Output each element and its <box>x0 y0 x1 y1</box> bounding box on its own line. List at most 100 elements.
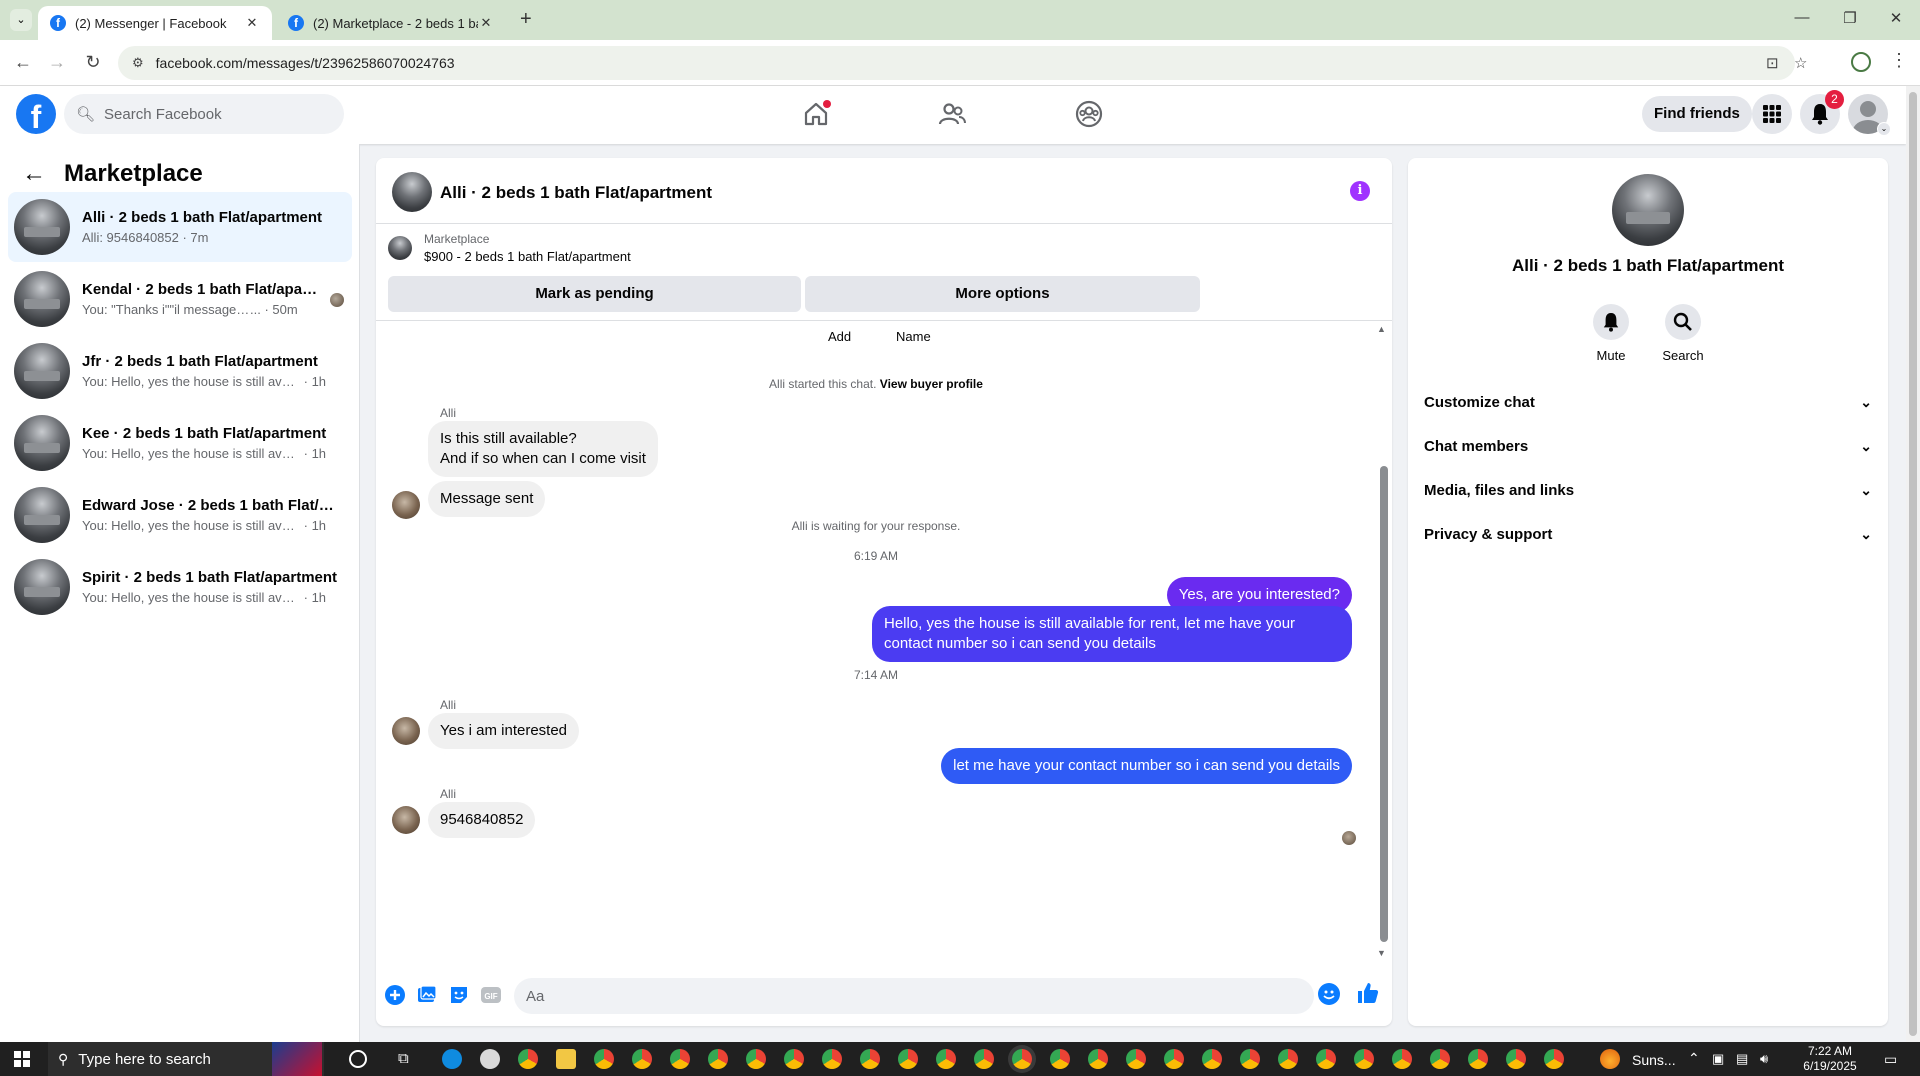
cortana-icon[interactable] <box>349 1050 367 1068</box>
chrome-icon[interactable] <box>1544 1049 1564 1069</box>
site-info-icon[interactable]: ⚙ <box>132 55 144 71</box>
url-bar[interactable]: ⚙ facebook.com/messages/t/23962586070024… <box>118 46 1807 80</box>
chrome-icon[interactable] <box>1392 1049 1412 1069</box>
edge-icon[interactable] <box>442 1049 462 1069</box>
gif-icon[interactable]: GIF <box>480 984 502 1006</box>
tray-chevron-icon[interactable]: ⌃ <box>1688 1050 1700 1067</box>
message-input-box[interactable] <box>514 978 1314 1014</box>
app-icon[interactable] <box>480 1049 500 1069</box>
page-scrollbar[interactable] <box>1906 86 1920 1042</box>
install-app-icon[interactable]: ⊡ <box>1766 54 1779 72</box>
chrome-icon[interactable] <box>518 1049 538 1069</box>
weather-text[interactable]: Suns... <box>1632 1052 1676 1068</box>
chrome-icon[interactable] <box>1506 1049 1526 1069</box>
scroll-down-arrow-icon[interactable]: ▼ <box>1377 948 1386 958</box>
chrome-icon[interactable] <box>632 1049 652 1069</box>
name-contact-label[interactable]: Name <box>896 329 931 344</box>
forward-icon[interactable]: → <box>46 52 68 73</box>
chrome-icon[interactable] <box>746 1049 766 1069</box>
listing-banner[interactable]: Marketplace $900 - 2 beds 1 bath Flat/ap… <box>388 232 631 264</box>
weather-sun-icon[interactable] <box>1600 1049 1620 1069</box>
emoji-icon[interactable] <box>1318 983 1340 1005</box>
new-tab-button[interactable]: + <box>520 8 532 31</box>
conversation-item[interactable]: Jfr · 2 beds 1 bath Flat/apartment You: … <box>8 336 352 406</box>
volume-icon[interactable]: 🔊︎ <box>1760 1051 1768 1067</box>
chrome-icon[interactable] <box>670 1049 690 1069</box>
chat-members-section[interactable]: Chat members ⌄ <box>1416 424 1880 468</box>
chat-profile-picture[interactable] <box>1612 174 1684 246</box>
message-input[interactable] <box>526 987 1266 1005</box>
conversation-item[interactable]: Alli · 2 beds 1 bath Flat/apartment Alli… <box>8 192 352 262</box>
friends-nav-icon[interactable] <box>938 100 968 130</box>
close-tab-icon[interactable]: ✕ <box>244 15 260 31</box>
find-friends-button[interactable]: Find friends <box>1642 96 1752 132</box>
task-view-icon[interactable]: ⧉ <box>398 1050 409 1067</box>
facebook-search-input[interactable] <box>104 105 325 123</box>
conversation-item[interactable]: Kee · 2 beds 1 bath Flat/apartment You: … <box>8 408 352 478</box>
conversation-item[interactable]: Kendal · 2 beds 1 bath Flat/apartment Yo… <box>8 264 352 334</box>
chrome-icon[interactable] <box>1278 1049 1298 1069</box>
chrome-icon[interactable] <box>936 1049 956 1069</box>
chrome-icon[interactable] <box>860 1049 880 1069</box>
info-icon[interactable]: i <box>1350 181 1370 201</box>
restore-icon[interactable]: ❐ <box>1838 9 1862 27</box>
facebook-search-box[interactable]: 🔍︎ <box>64 94 344 134</box>
tab-messenger[interactable]: f (2) Messenger | Facebook ✕ <box>38 6 272 40</box>
mute-button[interactable]: Mute <box>1581 304 1641 363</box>
groups-nav-icon[interactable] <box>1075 100 1105 130</box>
privacy-support-section[interactable]: Privacy & support ⌄ <box>1416 512 1880 556</box>
chrome-icon[interactable] <box>1468 1049 1488 1069</box>
chrome-icon[interactable] <box>1050 1049 1070 1069</box>
chrome-icon[interactable] <box>974 1049 994 1069</box>
chrome-icon[interactable] <box>1126 1049 1146 1069</box>
windows-start-icon[interactable] <box>14 1051 30 1067</box>
chrome-icon[interactable] <box>1202 1049 1222 1069</box>
chrome-icon[interactable] <box>1164 1049 1184 1069</box>
chrome-icon[interactable] <box>594 1049 614 1069</box>
chrome-icon[interactable] <box>1088 1049 1108 1069</box>
account-chevron-icon[interactable]: ⌄ <box>1877 122 1891 136</box>
add-attachment-icon[interactable] <box>384 984 406 1006</box>
back-icon[interactable]: ← <box>12 52 34 73</box>
tray-app-icon[interactable]: ▣ <box>1712 1051 1724 1067</box>
taskbar-clock[interactable]: 7:22 AM 6/19/2025 <box>1790 1044 1870 1074</box>
chat-title[interactable]: Alli · 2 beds 1 bath Flat/apartment <box>440 183 712 203</box>
page-scrollbar-thumb[interactable] <box>1909 92 1917 1036</box>
bookmark-star-icon[interactable]: ☆ <box>1794 54 1807 72</box>
conversation-item[interactable]: Edward Jose · 2 beds 1 bath Flat/apartme… <box>8 480 352 550</box>
minimize-icon[interactable]: — <box>1790 9 1814 26</box>
photo-icon[interactable] <box>416 984 438 1006</box>
browser-menu-icon[interactable]: ⋮ <box>1890 50 1908 71</box>
sender-avatar[interactable] <box>392 717 420 745</box>
scroll-up-arrow-icon[interactable]: ▲ <box>1377 324 1386 334</box>
notification-center-icon[interactable]: ▭ <box>1884 1051 1897 1068</box>
chrome-icon[interactable] <box>1240 1049 1260 1069</box>
back-arrow-icon[interactable]: ← <box>22 160 46 188</box>
chrome-icon[interactable] <box>784 1049 804 1069</box>
thumbs-up-icon[interactable] <box>1356 981 1382 1007</box>
sticker-icon[interactable] <box>448 984 470 1006</box>
facebook-logo[interactable]: f <box>16 94 56 134</box>
chrome-icon-active[interactable] <box>1012 1049 1032 1069</box>
chrome-icon[interactable] <box>1316 1049 1336 1069</box>
view-buyer-profile-link[interactable]: View buyer profile <box>880 377 983 391</box>
tab-marketplace[interactable]: f (2) Marketplace - 2 beds 1 bath Flat/a… <box>276 6 506 40</box>
chrome-icon[interactable] <box>898 1049 918 1069</box>
mark-as-pending-button[interactable]: Mark as pending <box>388 276 801 312</box>
browser-profile-icon[interactable] <box>1851 52 1871 72</box>
add-contact-label[interactable]: Add <box>828 329 851 344</box>
chat-avatar[interactable] <box>392 172 432 212</box>
chat-scrollbar-thumb[interactable] <box>1380 466 1388 942</box>
chrome-icon[interactable] <box>822 1049 842 1069</box>
taskbar-banner-icon[interactable] <box>272 1042 322 1076</box>
chrome-icon[interactable] <box>1430 1049 1450 1069</box>
menu-grid-button[interactable] <box>1752 94 1792 134</box>
close-window-icon[interactable]: ✕ <box>1884 9 1908 27</box>
chrome-icon[interactable] <box>1354 1049 1374 1069</box>
conversation-item[interactable]: Spirit · 2 beds 1 bath Flat/apartment Yo… <box>8 552 352 622</box>
media-files-links-section[interactable]: Media, files and links ⌄ <box>1416 468 1880 512</box>
tab-search-dropdown[interactable]: ⌄ <box>10 9 32 31</box>
sender-avatar[interactable] <box>392 491 420 519</box>
sender-avatar[interactable] <box>392 806 420 834</box>
close-tab-icon[interactable]: ✕ <box>478 15 494 31</box>
